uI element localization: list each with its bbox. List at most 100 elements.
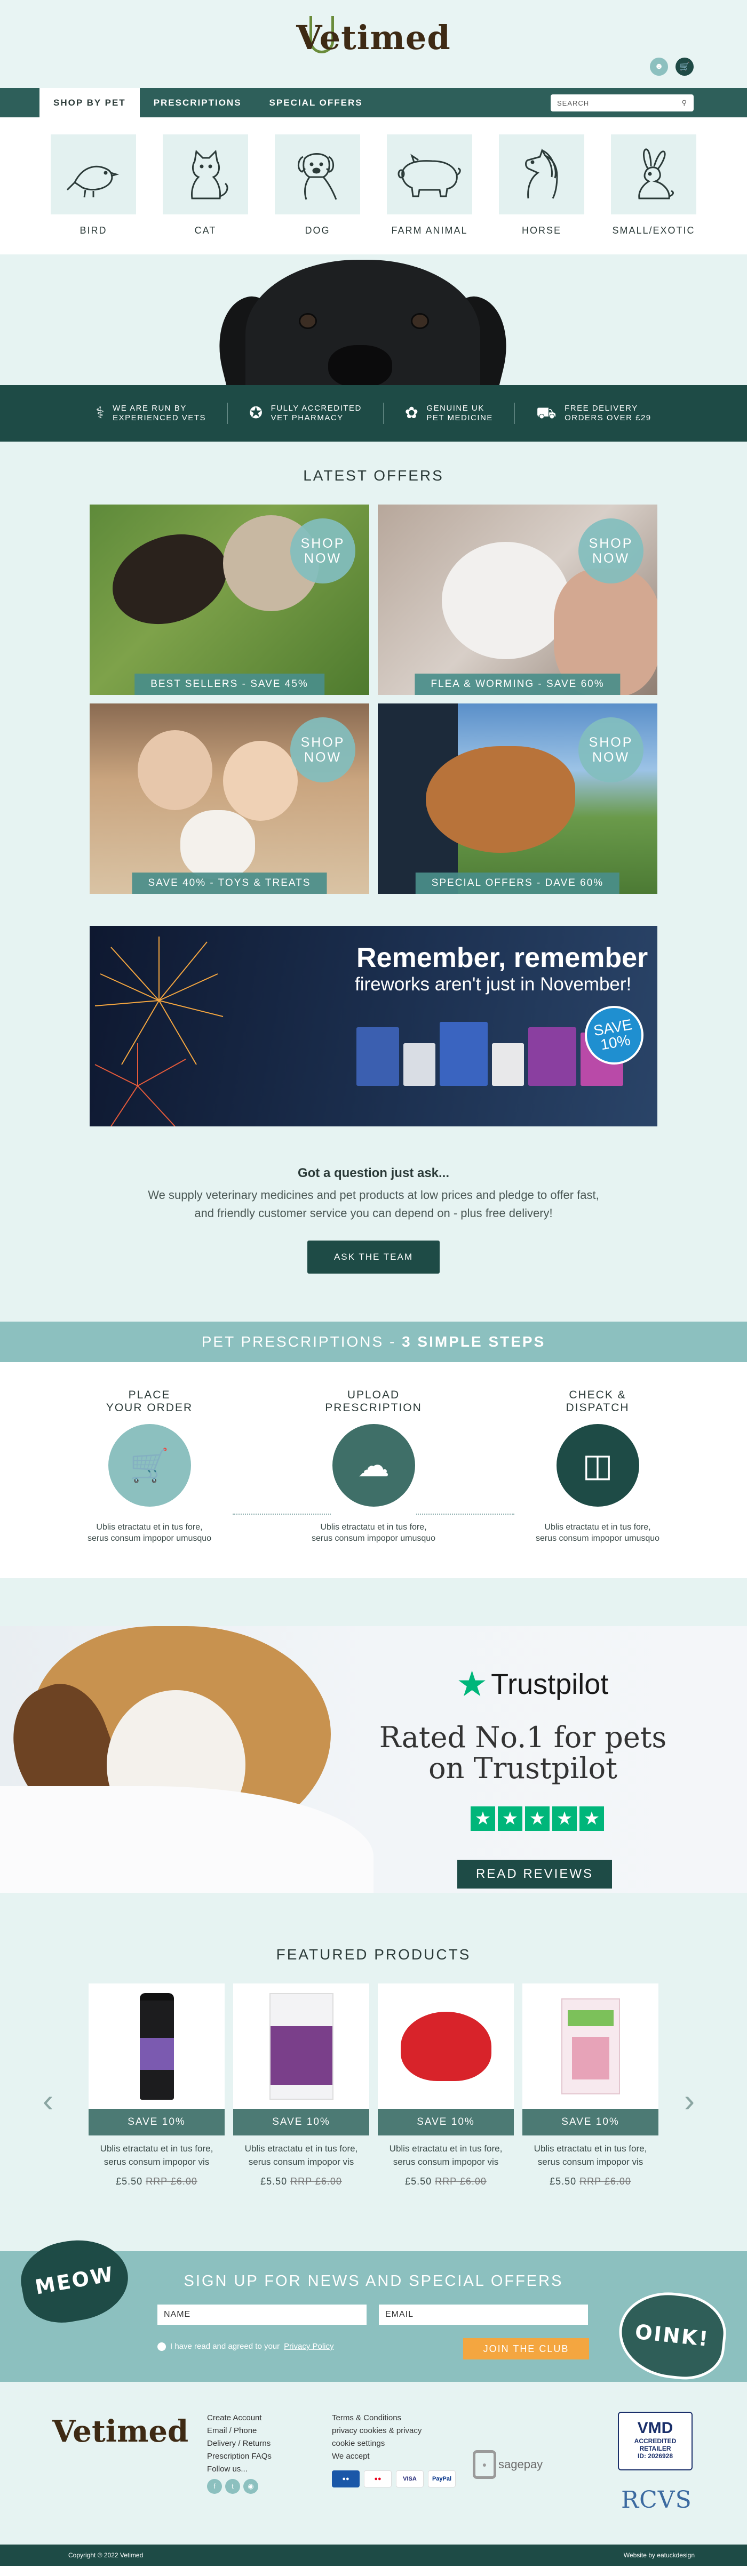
- pet-category-bird[interactable]: BIRD: [51, 134, 136, 254]
- footer-link-email-phone[interactable]: Email / Phone: [207, 2425, 272, 2437]
- trustpilot-logo: ★ Trustpilot: [456, 1664, 609, 1703]
- usp-genuine-uk: ✿ GENUINE UK PET MEDICINE: [405, 404, 493, 423]
- carousel-prev-icon[interactable]: ‹: [43, 2082, 53, 2119]
- footer-link-prescription-faqs[interactable]: Prescription FAQs: [207, 2450, 272, 2463]
- paw-icon: ✿: [404, 404, 419, 422]
- offer-card-best-sellers[interactable]: SHOP NOW BEST SELLERS - SAVE 45%: [90, 505, 369, 695]
- pet-category-small-exotic[interactable]: SMALL/EXOTIC: [611, 134, 696, 254]
- pet-category-cat[interactable]: CAT: [163, 134, 248, 254]
- product-card[interactable]: SAVE 10% Ublis etractatu et in tus fore,…: [233, 1983, 369, 2187]
- footer-link-create-account[interactable]: Create Account: [207, 2412, 272, 2425]
- product-image: [233, 1983, 369, 2109]
- newsletter-email-field[interactable]: EMAIL: [379, 2305, 588, 2325]
- footer-link-privacy[interactable]: privacy cookies & privacy: [332, 2425, 422, 2437]
- footer-logo[interactable]: Vetimed: [52, 2414, 188, 2449]
- offer-label: FLEA & WORMING - SAVE 60%: [415, 674, 621, 695]
- tab-prescriptions[interactable]: PRESCRIPTIONS: [140, 88, 256, 117]
- lock-icon: ●: [473, 2450, 496, 2479]
- site-logo[interactable]: Vetimed: [296, 18, 450, 57]
- product-price: £5.50 RRP £6.00: [550, 2176, 631, 2187]
- dog-eye-right: [411, 313, 429, 329]
- offer-label: SPECIAL OFFERS - DAVE 60%: [415, 873, 620, 894]
- website-credit[interactable]: Website by eatuckdesign: [624, 2551, 695, 2559]
- offer-card-special-offers[interactable]: SHOP NOW SPECIAL OFFERS - DAVE 60%: [378, 703, 657, 894]
- footer-link-cookie-settings[interactable]: cookie settings: [332, 2437, 422, 2450]
- shop-now-badge[interactable]: SHOP NOW: [578, 518, 643, 583]
- pet-label-dog: DOG: [305, 225, 330, 236]
- product-image: [89, 1983, 225, 2109]
- question-text-line: and friendly customer service you can de…: [194, 1206, 553, 1220]
- consent-text: I have read and agreed to your: [170, 2342, 280, 2351]
- tab-special-offers[interactable]: SPECIAL OFFERS: [256, 88, 377, 117]
- pet-categories: BIRD CAT DOG FARM ANIMAL HORSE SMALL/EXO…: [0, 117, 747, 254]
- dog-icon: [275, 134, 360, 214]
- twitter-icon[interactable]: t: [225, 2479, 240, 2494]
- fireworks-promo-banner[interactable]: Remember, remember fireworks aren't just…: [90, 926, 657, 1126]
- star-icon: ★: [525, 1806, 550, 1831]
- footer-link-terms[interactable]: Terms & Conditions: [332, 2412, 422, 2425]
- fireworks-graphic: [94, 937, 224, 1126]
- product-image: [378, 1983, 514, 2109]
- offer-card-flea-worming[interactable]: SHOP NOW FLEA & WORMING - SAVE 60%: [378, 505, 657, 695]
- usp-free-delivery: ⛟ FREE DELIVERY ORDERS OVER £29: [536, 404, 651, 423]
- footer-links-col1: Create Account Email / Phone Delivery / …: [207, 2412, 272, 2494]
- save-badge: SAVE 10%: [378, 2109, 514, 2135]
- shop-now-badge[interactable]: SHOP NOW: [290, 518, 355, 583]
- usp-line1: FREE DELIVERY: [565, 404, 638, 413]
- vmd-line1: ACCREDITED RETAILER: [634, 2437, 677, 2452]
- read-reviews-button[interactable]: READ REVIEWS: [457, 1860, 612, 1889]
- ask-the-team-button[interactable]: ASK THE TEAM: [307, 1241, 440, 1274]
- shop-now-badge[interactable]: SHOP NOW: [578, 717, 643, 782]
- pet-category-farm-animal[interactable]: FARM ANIMAL: [387, 134, 472, 254]
- product-card[interactable]: SAVE 10% Ublis etractatu et in tus fore,…: [89, 1983, 225, 2187]
- paypal-icon: PayPal: [428, 2470, 456, 2487]
- main-nav: SHOP BY PET PRESCRIPTIONS SPECIAL OFFERS…: [0, 88, 747, 117]
- site-header: Vetimed ☻ 🛒: [0, 0, 747, 88]
- shop-now-badge[interactable]: SHOP NOW: [290, 717, 355, 782]
- offer-label: BEST SELLERS - SAVE 45%: [134, 674, 324, 695]
- section-spacer: [0, 1578, 747, 1626]
- pet-category-dog[interactable]: DOG: [275, 134, 360, 254]
- offer-card-toys-treats[interactable]: SHOP NOW SAVE 40% - TOYS & TREATS: [90, 703, 369, 894]
- step-text: Ublis etractatu et in tus fore, serus con…: [311, 1523, 436, 1543]
- vmd-title: VMD: [637, 2419, 673, 2437]
- trustpilot-section: ★ Trustpilot Rated No.1 for pets on Trustp…: [0, 1626, 747, 1893]
- footer-link-delivery-returns[interactable]: Delivery / Returns: [207, 2437, 272, 2450]
- social-links: f t ◉: [207, 2479, 272, 2494]
- vet-icon: ⚕: [96, 404, 106, 422]
- search-input[interactable]: SEARCH ⚲: [551, 94, 694, 111]
- sagepay-badge: ● sagepay: [473, 2450, 543, 2479]
- footer-follow-us: Follow us...: [207, 2465, 248, 2474]
- tab-shop-by-pet[interactable]: SHOP BY PET: [39, 88, 140, 117]
- trustpilot-rating-stars: ★ ★ ★ ★ ★: [471, 1806, 604, 1831]
- product-description: Ublis etractatu et in tus fore, serus con…: [389, 2143, 503, 2167]
- privacy-consent[interactable]: I have read and agreed to your Privacy P…: [157, 2342, 334, 2351]
- product-description: Ublis etractatu et in tus fore, serus con…: [244, 2143, 358, 2167]
- consent-radio[interactable]: [157, 2342, 166, 2351]
- oink-speech-bubble: OINK!: [615, 2287, 730, 2384]
- account-icon[interactable]: ☻: [650, 58, 668, 76]
- bird-icon: [51, 134, 136, 214]
- facebook-icon[interactable]: f: [207, 2479, 222, 2494]
- step-place-order: PLACE YOUR ORDER 🛒 Ublis etractatu et in …: [85, 1389, 213, 1578]
- carousel-next-icon[interactable]: ›: [684, 2082, 695, 2119]
- search-icon[interactable]: ⚲: [681, 99, 687, 107]
- instagram-icon[interactable]: ◉: [243, 2479, 258, 2494]
- truck-icon: ⛟: [536, 404, 558, 422]
- cart-icon: 🛒: [108, 1424, 191, 1507]
- product-card[interactable]: SAVE 10% Ublis etractatu et in tus fore,…: [522, 1983, 658, 2187]
- privacy-policy-link[interactable]: Privacy Policy: [284, 2342, 333, 2351]
- newsletter-name-field[interactable]: NAME: [157, 2305, 367, 2325]
- join-the-club-button[interactable]: JOIN THE CLUB: [463, 2338, 589, 2359]
- latest-offers-section: LATEST OFFERS SHOP NOW BEST SELLERS - SAV…: [0, 442, 747, 926]
- usp-run-by-vets: ⚕ WE ARE RUN BY EXPERIENCED VETS: [96, 404, 206, 423]
- step-title: CHECK & DISPATCH: [566, 1389, 630, 1414]
- offer-photo-dog: [180, 810, 255, 879]
- divider: [383, 403, 384, 424]
- visa-icon: VISA: [396, 2470, 424, 2487]
- product-description: Ublis etractatu et in tus fore, serus con…: [100, 2143, 213, 2167]
- pet-category-horse[interactable]: HORSE: [499, 134, 584, 254]
- pet-label-cat: CAT: [194, 225, 217, 236]
- product-card[interactable]: SAVE 10% Ublis etractatu et in tus fore,…: [378, 1983, 514, 2187]
- basket-icon[interactable]: 🛒: [676, 58, 694, 76]
